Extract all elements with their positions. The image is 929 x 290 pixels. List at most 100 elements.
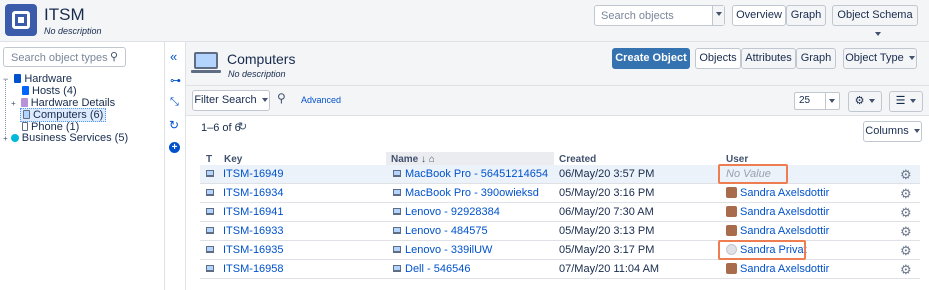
tree-actions-rail: « ⊶ ⤡ ↻ + [165, 42, 186, 290]
computer-icon [393, 189, 401, 196]
server-icon [22, 86, 29, 95]
computer-icon [206, 265, 214, 272]
object-search-placeholder: Search objects [601, 10, 674, 22]
collapse-all-icon[interactable]: ⤡ [170, 96, 179, 109]
object-key-link[interactable]: ITSM-16949 [223, 168, 284, 180]
gear-icon[interactable]: ⚙ [900, 167, 912, 183]
column-name[interactable]: Name ↓ ⌂ [391, 154, 435, 165]
object-name-link[interactable]: MacBook Pro - 56451214654 [405, 168, 548, 180]
computer-icon [206, 208, 214, 215]
table-row[interactable]: ITSM-16949 MacBook Pro - 56451214654 06/Ma… [200, 165, 920, 184]
user-avatar [726, 206, 737, 217]
result-count: 1–6 of 6 [201, 122, 241, 134]
chevron-down-icon[interactable] [712, 6, 724, 25]
computer-icon [206, 246, 214, 253]
created-date: 05/May/20 3:13 PM [559, 225, 655, 237]
filter-search-label: Filter Search [194, 94, 257, 106]
collapse-icon[interactable]: − [3, 74, 8, 84]
expand-icon[interactable]: + [3, 134, 8, 143]
app-header: ITSM No description Search objects Overv… [0, 0, 929, 42]
computer-icon [194, 52, 218, 69]
filter-search-button[interactable]: Filter Search [192, 90, 270, 111]
user-cell: Sandra Axelsdottir [726, 225, 829, 237]
gear-icon[interactable]: ⚙ [900, 262, 912, 278]
object-type-menu-button[interactable]: Object Type [843, 48, 917, 69]
table-row[interactable]: ITSM-16935 Lenovo - 339ilUW 05/May/20 3:17… [200, 241, 920, 260]
object-name-link[interactable]: Lenovo - 484575 [405, 225, 488, 237]
object-key-link[interactable]: ITSM-16934 [223, 187, 284, 199]
column-type[interactable]: T [206, 154, 212, 165]
hierarchy-icon[interactable]: ⊶ [170, 74, 181, 87]
create-object-button[interactable]: Create Object [612, 48, 690, 69]
object-name-link[interactable]: Lenovo - 339ilUW [405, 244, 492, 256]
highlight-box [718, 164, 788, 184]
advanced-search-link[interactable]: Advanced [301, 95, 341, 105]
object-key-link[interactable]: ITSM-16958 [223, 263, 284, 275]
overview-button[interactable]: Overview [732, 5, 786, 26]
gear-icon[interactable]: ⚙ [900, 186, 912, 202]
object-name-link[interactable]: MacBook Pro - 390owieksd [405, 187, 539, 199]
refresh-icon[interactable]: ↻ [238, 120, 247, 133]
view-menu-button[interactable]: ☰ [889, 91, 923, 112]
computer-icon [206, 189, 214, 196]
attributes-tab[interactable]: Attributes [741, 48, 796, 69]
object-schema-button[interactable]: Object Schema [832, 5, 918, 37]
object-key-link[interactable]: ITSM-16941 [223, 206, 284, 218]
table-row[interactable]: ITSM-16941 Lenovo - 92928384 06/May/20 7:3… [200, 203, 920, 222]
object-type-menu-label: Object Type [845, 52, 904, 64]
gear-icon[interactable]: ⚙ [900, 224, 912, 240]
collapse-panel-icon[interactable]: « [170, 50, 177, 63]
tree-label: Hardware [24, 73, 73, 85]
page-size-select[interactable]: 25 [794, 92, 840, 110]
object-key-link[interactable]: ITSM-16935 [223, 244, 284, 256]
columns-label: Columns [865, 125, 909, 137]
expand-icon[interactable]: + [11, 99, 16, 108]
refresh-icon[interactable]: ↻ [169, 118, 179, 132]
tree-item-computers[interactable]: Computers (6) [20, 108, 107, 122]
graph-tab[interactable]: Graph [796, 48, 836, 69]
itsm-logo [5, 4, 37, 36]
column-name-label: Name [391, 154, 419, 165]
tree-label: Computers (6) [33, 109, 104, 121]
computer-icon [206, 170, 214, 177]
user-link[interactable]: Sandra Axelsdottir [740, 206, 829, 218]
search-object-types-input[interactable]: Search object types ⚲ [3, 47, 126, 67]
column-created[interactable]: Created [559, 154, 596, 165]
user-cell: Sandra Axelsdottir [726, 187, 829, 199]
object-search[interactable]: Search objects [594, 5, 725, 26]
tree-label: Business Services (5) [21, 132, 129, 144]
user-link[interactable]: Sandra Axelsdottir [740, 263, 829, 275]
user-avatar [726, 225, 737, 236]
objects-tab[interactable]: Objects [695, 48, 741, 69]
chevron-down-icon [825, 93, 839, 109]
table-row[interactable]: ITSM-16934 MacBook Pro - 390owieksd 05/May… [200, 184, 920, 203]
tree-item-hosts[interactable]: Hosts (4) [22, 85, 77, 97]
search-icon: ⚲ [110, 51, 119, 63]
table-row[interactable]: ITSM-16933 Lenovo - 484575 05/May/20 3:13 … [200, 222, 920, 241]
search-icon[interactable]: ⚲ [277, 91, 286, 105]
tree-item-business-services[interactable]: + Business Services (5) [3, 132, 128, 145]
columns-button[interactable]: Columns [863, 121, 922, 142]
object-name-link[interactable]: Lenovo - 92928384 [405, 206, 500, 218]
computer-icon [23, 110, 30, 119]
table-row[interactable]: ITSM-16958 Dell - 546546 07/May/20 11:04 A… [200, 260, 920, 279]
object-key-link[interactable]: ITSM-16933 [223, 225, 284, 237]
graph-button[interactable]: Graph [786, 5, 826, 26]
object-type-tree-panel: Search object types ⚲ − Hardware Hosts (… [0, 42, 165, 290]
computer-icon [206, 227, 214, 234]
created-date: 06/May/20 3:57 PM [559, 168, 655, 180]
user-link[interactable]: Sandra Axelsdottir [740, 187, 829, 199]
gear-icon[interactable]: ⚙ [900, 205, 912, 221]
computer-icon [393, 170, 401, 177]
search-object-types-placeholder: Search object types [11, 52, 108, 64]
app-title: ITSM [44, 5, 85, 24]
user-link[interactable]: Sandra Axelsdottir [740, 225, 829, 237]
created-date: 06/May/20 7:30 AM [559, 206, 654, 218]
gear-icon[interactable]: ⚙ [900, 243, 912, 259]
object-type-title: Computers [227, 51, 296, 67]
tree-item-hardware[interactable]: − Hardware [3, 73, 72, 85]
add-object-type-icon[interactable]: + [169, 142, 180, 153]
settings-menu-button[interactable]: ⚙ [848, 91, 882, 112]
object-name-link[interactable]: Dell - 546546 [405, 263, 470, 275]
column-key[interactable]: Key [224, 154, 242, 165]
